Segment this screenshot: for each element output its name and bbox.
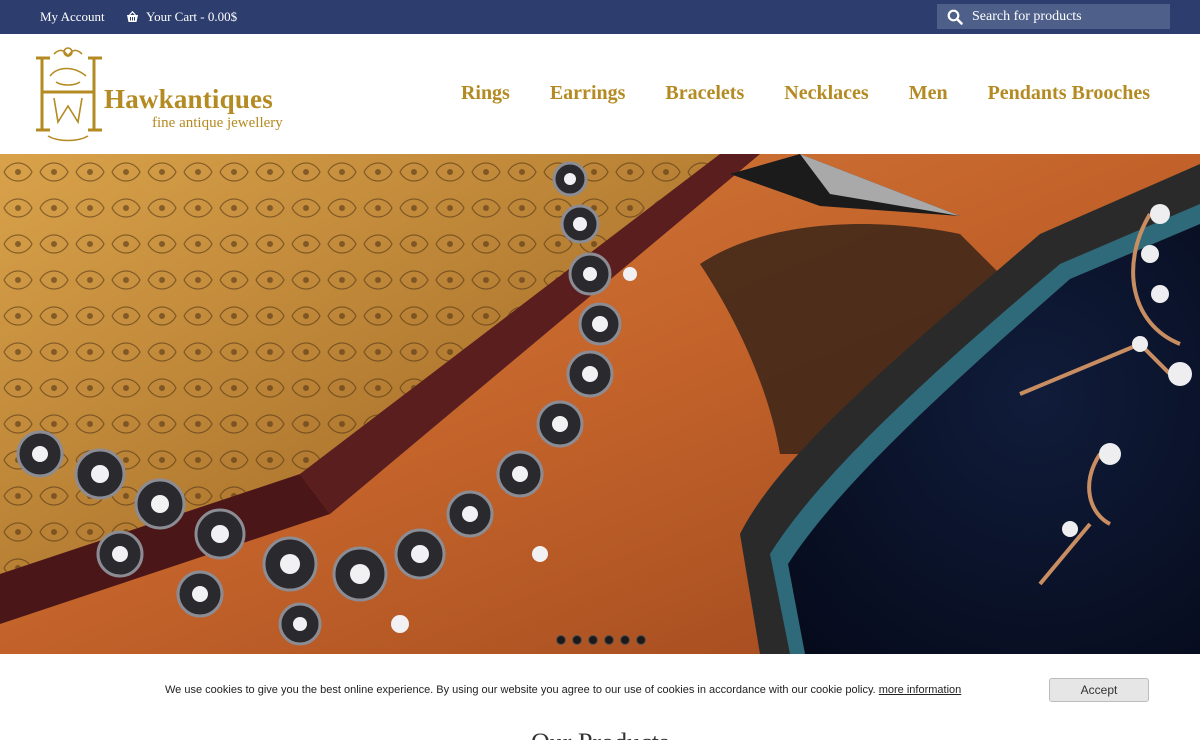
nav-item-necklaces[interactable]: Necklaces — [784, 82, 868, 105]
cookie-more-info-link[interactable]: more information — [879, 684, 962, 696]
logo-name: Hawkantiques — [104, 84, 273, 114]
nav-item-rings[interactable]: Rings — [461, 82, 510, 105]
accept-cookies-button[interactable]: Accept — [1049, 678, 1149, 702]
cookie-message: We use cookies to give you the best onli… — [165, 684, 876, 696]
search-icon — [947, 9, 963, 25]
cart-label: Your Cart - 0.00$ — [146, 9, 238, 24]
search-input[interactable] — [972, 8, 1152, 25]
site-header: Hawkantiques fine antique jewellery Ring… — [0, 34, 1200, 154]
search-box[interactable] — [937, 4, 1170, 29]
slide-dot[interactable] — [556, 635, 566, 645]
cart-link[interactable]: Your Cart - 0.00$ — [126, 9, 237, 25]
logo-tagline: fine antique jewellery — [152, 115, 283, 131]
cookie-banner: We use cookies to give you the best onli… — [0, 654, 1200, 740]
hero-image — [0, 154, 1200, 654]
section-title: Our Products — [0, 728, 1200, 740]
nav-item-earrings[interactable]: Earrings — [550, 82, 626, 105]
nav-item-pendants-brooches[interactable]: Pendants Brooches — [988, 82, 1150, 105]
nav-item-men[interactable]: Men — [909, 82, 948, 105]
slide-dot[interactable] — [572, 635, 582, 645]
top-bar: My Account Your Cart - 0.00$ — [0, 0, 1200, 34]
cookie-message-row: We use cookies to give you the best onli… — [165, 684, 961, 696]
my-account-link[interactable]: My Account — [40, 9, 105, 25]
nav-item-bracelets[interactable]: Bracelets — [665, 82, 744, 105]
basket-icon — [127, 11, 138, 22]
hero-slider[interactable] — [0, 154, 1200, 654]
main-nav: Rings Earrings Bracelets Necklaces Men P… — [461, 82, 1150, 105]
slide-dot[interactable] — [620, 635, 630, 645]
slide-dot[interactable] — [636, 635, 646, 645]
site-logo[interactable]: Hawkantiques fine antique jewellery — [34, 46, 294, 146]
slide-dot[interactable] — [588, 635, 598, 645]
slide-dot[interactable] — [604, 635, 614, 645]
monogram-logo-icon — [36, 47, 102, 142]
slider-dots — [556, 635, 646, 645]
